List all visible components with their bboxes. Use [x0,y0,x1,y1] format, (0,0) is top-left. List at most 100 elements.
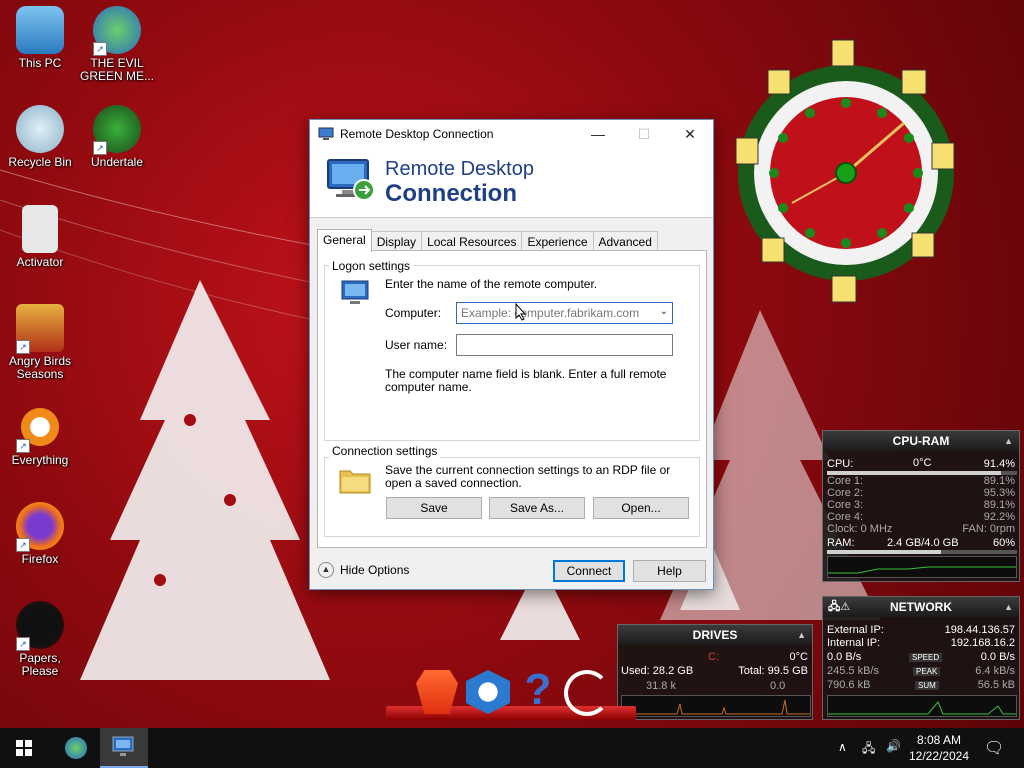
logon-settings-label: Logon settings [329,259,414,273]
network-title: NETWORK [890,600,952,614]
drives-graph-line [622,699,810,715]
network-adapter-icon: 🖧⚠ [828,601,851,613]
drive-read: 31.8 k [646,680,676,692]
christmas-clock-widget [735,39,955,303]
recycle-bin-icon [16,105,64,153]
cpu-ram-header[interactable]: CPU-RAM ▲ [823,431,1019,451]
taskbar-app-explorer[interactable] [52,728,100,768]
fan-speed: FAN: 0rpm [962,523,1015,535]
drives-header[interactable]: DRIVES ▲ [618,625,812,645]
sum-label: SUM [915,681,939,690]
angry-birds-icon: ↗ [16,304,64,354]
title-bar[interactable]: Remote Desktop Connection — ☐ ✕ [310,120,713,148]
internal-ip-value: 192.168.16.2 [950,637,1015,649]
drive-temp: 0°C [789,651,808,663]
banner-title-line1: Remote Desktop [385,158,534,180]
speed-label: SPEED [909,653,943,662]
desktop-icon-papers-please[interactable]: ↗ Papers, Please [0,601,80,678]
collapse-icon[interactable]: ▲ [797,625,806,645]
external-ip-label: External IP: [827,624,884,636]
taskbar: ∧ 🖧 🔊 8:08 AM 12/22/2024 🗨 [0,728,1024,768]
core-4-value: 92.2% [983,511,1015,523]
external-ip-value: 198.44.136.57 [944,624,1015,636]
core-3-value: 89.1% [983,499,1015,511]
open-button[interactable]: Open... [593,497,689,519]
connect-button[interactable]: Connect [553,560,625,582]
desktop-icon-everything[interactable]: ↗ Everything [0,403,80,467]
network-tray-icon[interactable]: 🖧 [862,739,875,760]
notifications-icon[interactable]: 🗨 [984,738,1004,758]
globe-app-icon [65,737,87,759]
desktop-icon-activator[interactable]: Activator [0,205,80,269]
desktop-icon-evil-green[interactable]: ↗ THE EVIL GREEN ME... [77,6,157,83]
desktop-icon-label: THE EVIL GREEN ME... [79,56,154,83]
desktop-icon-label: Recycle Bin [8,155,72,169]
chevron-down-icon[interactable]: ⌄ [660,306,668,317]
desktop-icon-firefox[interactable]: ↗ Firefox [0,502,80,566]
collapse-icon[interactable]: ▲ [1004,431,1013,451]
collapse-icon[interactable]: ▲ [1004,597,1013,617]
minimize-button[interactable]: — [575,120,621,148]
username-field[interactable] [456,334,673,356]
remote-desktop-icon [327,159,375,201]
sync-refresh-icon[interactable] [564,670,610,716]
rdp-banner: Remote Desktop Connection [310,148,713,218]
network-graph [827,695,1017,717]
ram-usage-fill [827,550,941,554]
peak-label: PEAK [913,667,941,676]
core-3-label: Core 3: [827,499,864,511]
undertale-icon: ↗ [93,105,141,155]
shortcut-arrow-icon: ↗ [16,637,30,651]
cpu-ram-title: CPU-RAM [892,434,950,448]
peak-down: 245.5 kB/s [827,665,879,677]
core-1-value: 89.1% [983,475,1015,487]
drives-gadget: DRIVES ▲ C: 0°C Used: 28.2 GB Total: 99.5… [617,624,813,720]
desktop-icon-this-pc[interactable]: This PC [0,6,80,70]
hide-options-toggle[interactable]: ▲ Hide Options [318,562,409,578]
close-button[interactable]: ✕ [667,120,713,148]
desktop-icon-label: Firefox [21,552,59,566]
volume-icon[interactable]: 🔊 [886,739,901,753]
taskbar-app-rdp[interactable] [100,728,148,768]
network-graph-line [828,701,1016,715]
desktop-icon-angry-birds[interactable]: ↗ Angry Birds Seasons [0,304,80,381]
desktop-icon-label: Undertale [90,155,144,169]
this-pc-icon [16,6,64,54]
shortcut-arrow-icon: ↗ [16,439,30,453]
computer-placeholder: Example: computer.fabrikam.com [461,306,640,320]
firefox-icon: ↗ [16,502,64,552]
network-header[interactable]: 🖧⚠ NETWORK ▲ [823,597,1019,617]
folder-icon [339,470,371,494]
tab-general[interactable]: General [317,229,372,252]
clock[interactable]: 8:08 AM 12/22/2024 [906,732,972,764]
save-as-button[interactable]: Save As... [489,497,585,519]
core-4-label: Core 4: [827,511,864,523]
maximize-button[interactable]: ☐ [621,120,667,148]
shortcut-arrow-icon: ↗ [16,340,30,354]
msn-shortcut-icon: ↗ [93,6,141,56]
cpu-ram-graph [827,556,1017,578]
core-1-label: Core 1: [827,475,864,487]
blank-name-warning: The computer name field is blank. Enter … [385,367,667,394]
drive-write: 0.0 [770,680,786,692]
clock-speed: Clock: 0 MHz [827,523,893,535]
general-tab-panel: Logon settings Enter the name of the rem… [317,250,707,548]
save-button[interactable]: Save [386,497,482,519]
help-question-icon[interactable]: ? [520,666,556,714]
start-button[interactable] [0,728,48,768]
show-hidden-icons[interactable]: ∧ [838,740,847,754]
cpu-temp: 0°C [913,457,932,469]
desktop-icon-recycle-bin[interactable]: Recycle Bin [0,105,80,169]
activator-icon [22,205,58,253]
core-2-label: Core 2: [827,487,864,499]
desktop-icon-undertale[interactable]: ↗ Undertale [77,105,157,169]
cpu-ram-graph-line [828,566,1016,574]
core-2-value: 95.3% [983,487,1015,499]
desktop-icon-label: This PC [18,56,62,70]
drives-title: DRIVES [692,628,738,642]
desktop-icon-label: Papers, Please [19,651,61,678]
computer-combobox[interactable]: Example: computer.fabrikam.com ⌄ [456,302,673,324]
desktop-icon-label: Activator [16,255,64,269]
help-button[interactable]: Help [633,560,706,582]
app-dock: ? [386,666,636,722]
